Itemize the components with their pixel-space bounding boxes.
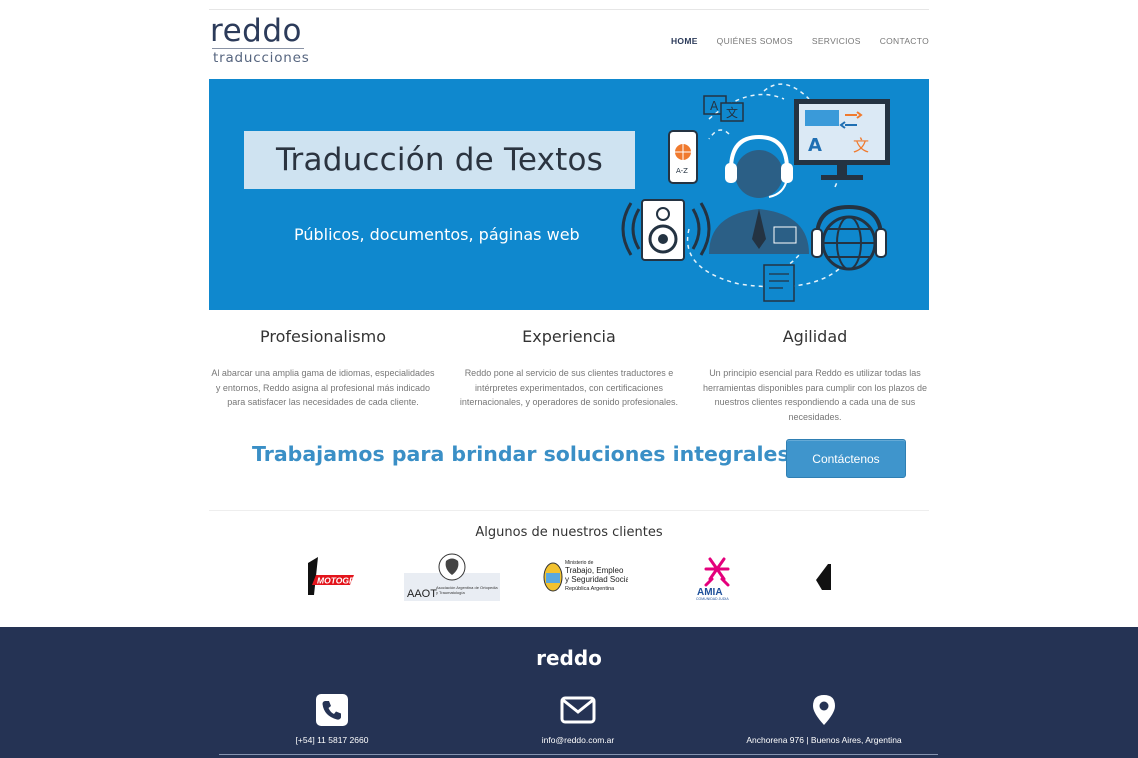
svg-text:文: 文 <box>853 136 869 155</box>
email-address: info@reddo.com.ar <box>541 735 615 745</box>
globe-headphones-icon <box>811 204 887 271</box>
aaot-subtext: Asociación Argentina de Ortopedia y Trau… <box>436 586 498 595</box>
clients-heading: Algunos de nuestros clientes <box>475 525 663 540</box>
feature-profesionalismo: Profesionalismo Al abarcar una amplia ga… <box>208 327 438 410</box>
ministerio-line-4: República Argentina <box>565 586 615 592</box>
aaot-text: AAOT <box>407 588 437 600</box>
partial-logo-mark <box>816 564 831 590</box>
street-address: Anchorena 976 | Buenos Aires, Argentina <box>746 735 902 745</box>
nav-item-home[interactable]: HOME <box>671 36 698 46</box>
svg-text:A: A <box>808 135 822 156</box>
document-icon <box>763 264 795 302</box>
feature-agilidad: Agilidad Un principio esencial para Redd… <box>700 327 930 424</box>
amia-subtext: COMUNIDAD JUDIA <box>696 597 729 601</box>
svg-text:A: A <box>710 99 719 113</box>
hero-subtitle: Públicos, documentos, páginas web <box>294 225 580 244</box>
hero-title: Traducción de Textos <box>275 142 604 178</box>
partial-client-logo <box>814 552 832 602</box>
footer-phone[interactable]: [+54] 11 5817 2660 <box>232 693 432 748</box>
translation-illustration: A 文 A-Z A 文 <box>621 83 890 302</box>
site-logo[interactable]: reddo traducciones <box>210 14 310 68</box>
hero-banner: Traducción de Textos Públicos, documento… <box>209 79 929 310</box>
ministerio-line-2: Trabajo, Empleo <box>565 566 624 575</box>
nav-item-quienes-somos[interactable]: QUIÉNES SOMOS <box>717 36 793 46</box>
amia-logo-mark: AMIA COMUNIDAD JUDIA <box>696 557 730 601</box>
motogp-logo-mark: MOTOGP <box>308 557 355 595</box>
nav-item-contacto[interactable]: CONTACTO <box>880 36 929 46</box>
monitor-icon: A 文 <box>794 99 890 180</box>
feature-text: Un principio esencial para Reddo es util… <box>702 368 928 422</box>
header-top-border <box>209 9 929 10</box>
hero-title-box: Traducción de Textos <box>244 131 635 189</box>
footer-brand: reddo <box>536 646 602 670</box>
ministerio-logo-mark: Ministerio de Trabajo, Empleo y Segurida… <box>543 560 628 592</box>
ministerio-line-3: y Seguridad Social <box>565 575 628 584</box>
speaker-icon <box>621 199 711 261</box>
footer-email[interactable]: info@reddo.com.ar <box>478 693 678 748</box>
svg-text:文: 文 <box>726 105 738 120</box>
feature-text: Reddo pone al servicio de sus clientes t… <box>459 368 679 407</box>
feature-experiencia: Experiencia Reddo pone al servicio de su… <box>454 327 684 410</box>
footer-divider <box>219 754 938 755</box>
amia-logo: AMIA COMUNIDAD JUDIA <box>692 552 742 602</box>
feature-title: Agilidad <box>782 327 848 346</box>
envelope-icon <box>560 696 596 724</box>
svg-text:A-Z: A-Z <box>676 167 688 175</box>
feature-title: Experiencia <box>522 327 616 346</box>
footer-address[interactable]: Anchorena 976 | Buenos Aires, Argentina <box>724 693 924 748</box>
ministerio-trabajo-logo: Ministerio de Trabajo, Empleo y Segurida… <box>542 552 628 602</box>
aaot-logo-mark: AAOT Asociación Argentina de Ortopedia y… <box>404 553 500 601</box>
site-footer: reddo [+54] 11 5817 2660 info@reddo.com.… <box>0 627 1138 758</box>
motogp-logo: MOTOGP <box>306 552 356 602</box>
cta-heading: Trabajamos para brindar soluciones integ… <box>252 442 790 466</box>
phone-icon <box>316 694 348 726</box>
page: reddo traducciones HOME QUIÉNES SOMOS SE… <box>0 0 1138 758</box>
contact-button[interactable]: Contáctenos <box>786 439 906 478</box>
section-divider <box>209 510 929 511</box>
aaot-logo: AAOT Asociación Argentina de Ortopedia y… <box>404 552 500 602</box>
logo-tagline: traducciones <box>213 50 310 66</box>
logo-wordmark: reddo <box>210 13 302 49</box>
feature-text: Al abarcar una amplia gama de idiomas, e… <box>211 368 435 407</box>
nav-item-servicios[interactable]: SERVICIOS <box>812 36 861 46</box>
feature-title: Profesionalismo <box>260 327 386 346</box>
smartphone-icon: A-Z <box>668 130 698 184</box>
motogp-text: MOTOGP <box>317 576 355 586</box>
main-nav: HOME QUIÉNES SOMOS SERVICIOS CONTACTO <box>671 36 929 46</box>
map-pin-icon <box>813 695 835 725</box>
phone-number: [+54] 11 5817 2660 <box>295 735 369 745</box>
